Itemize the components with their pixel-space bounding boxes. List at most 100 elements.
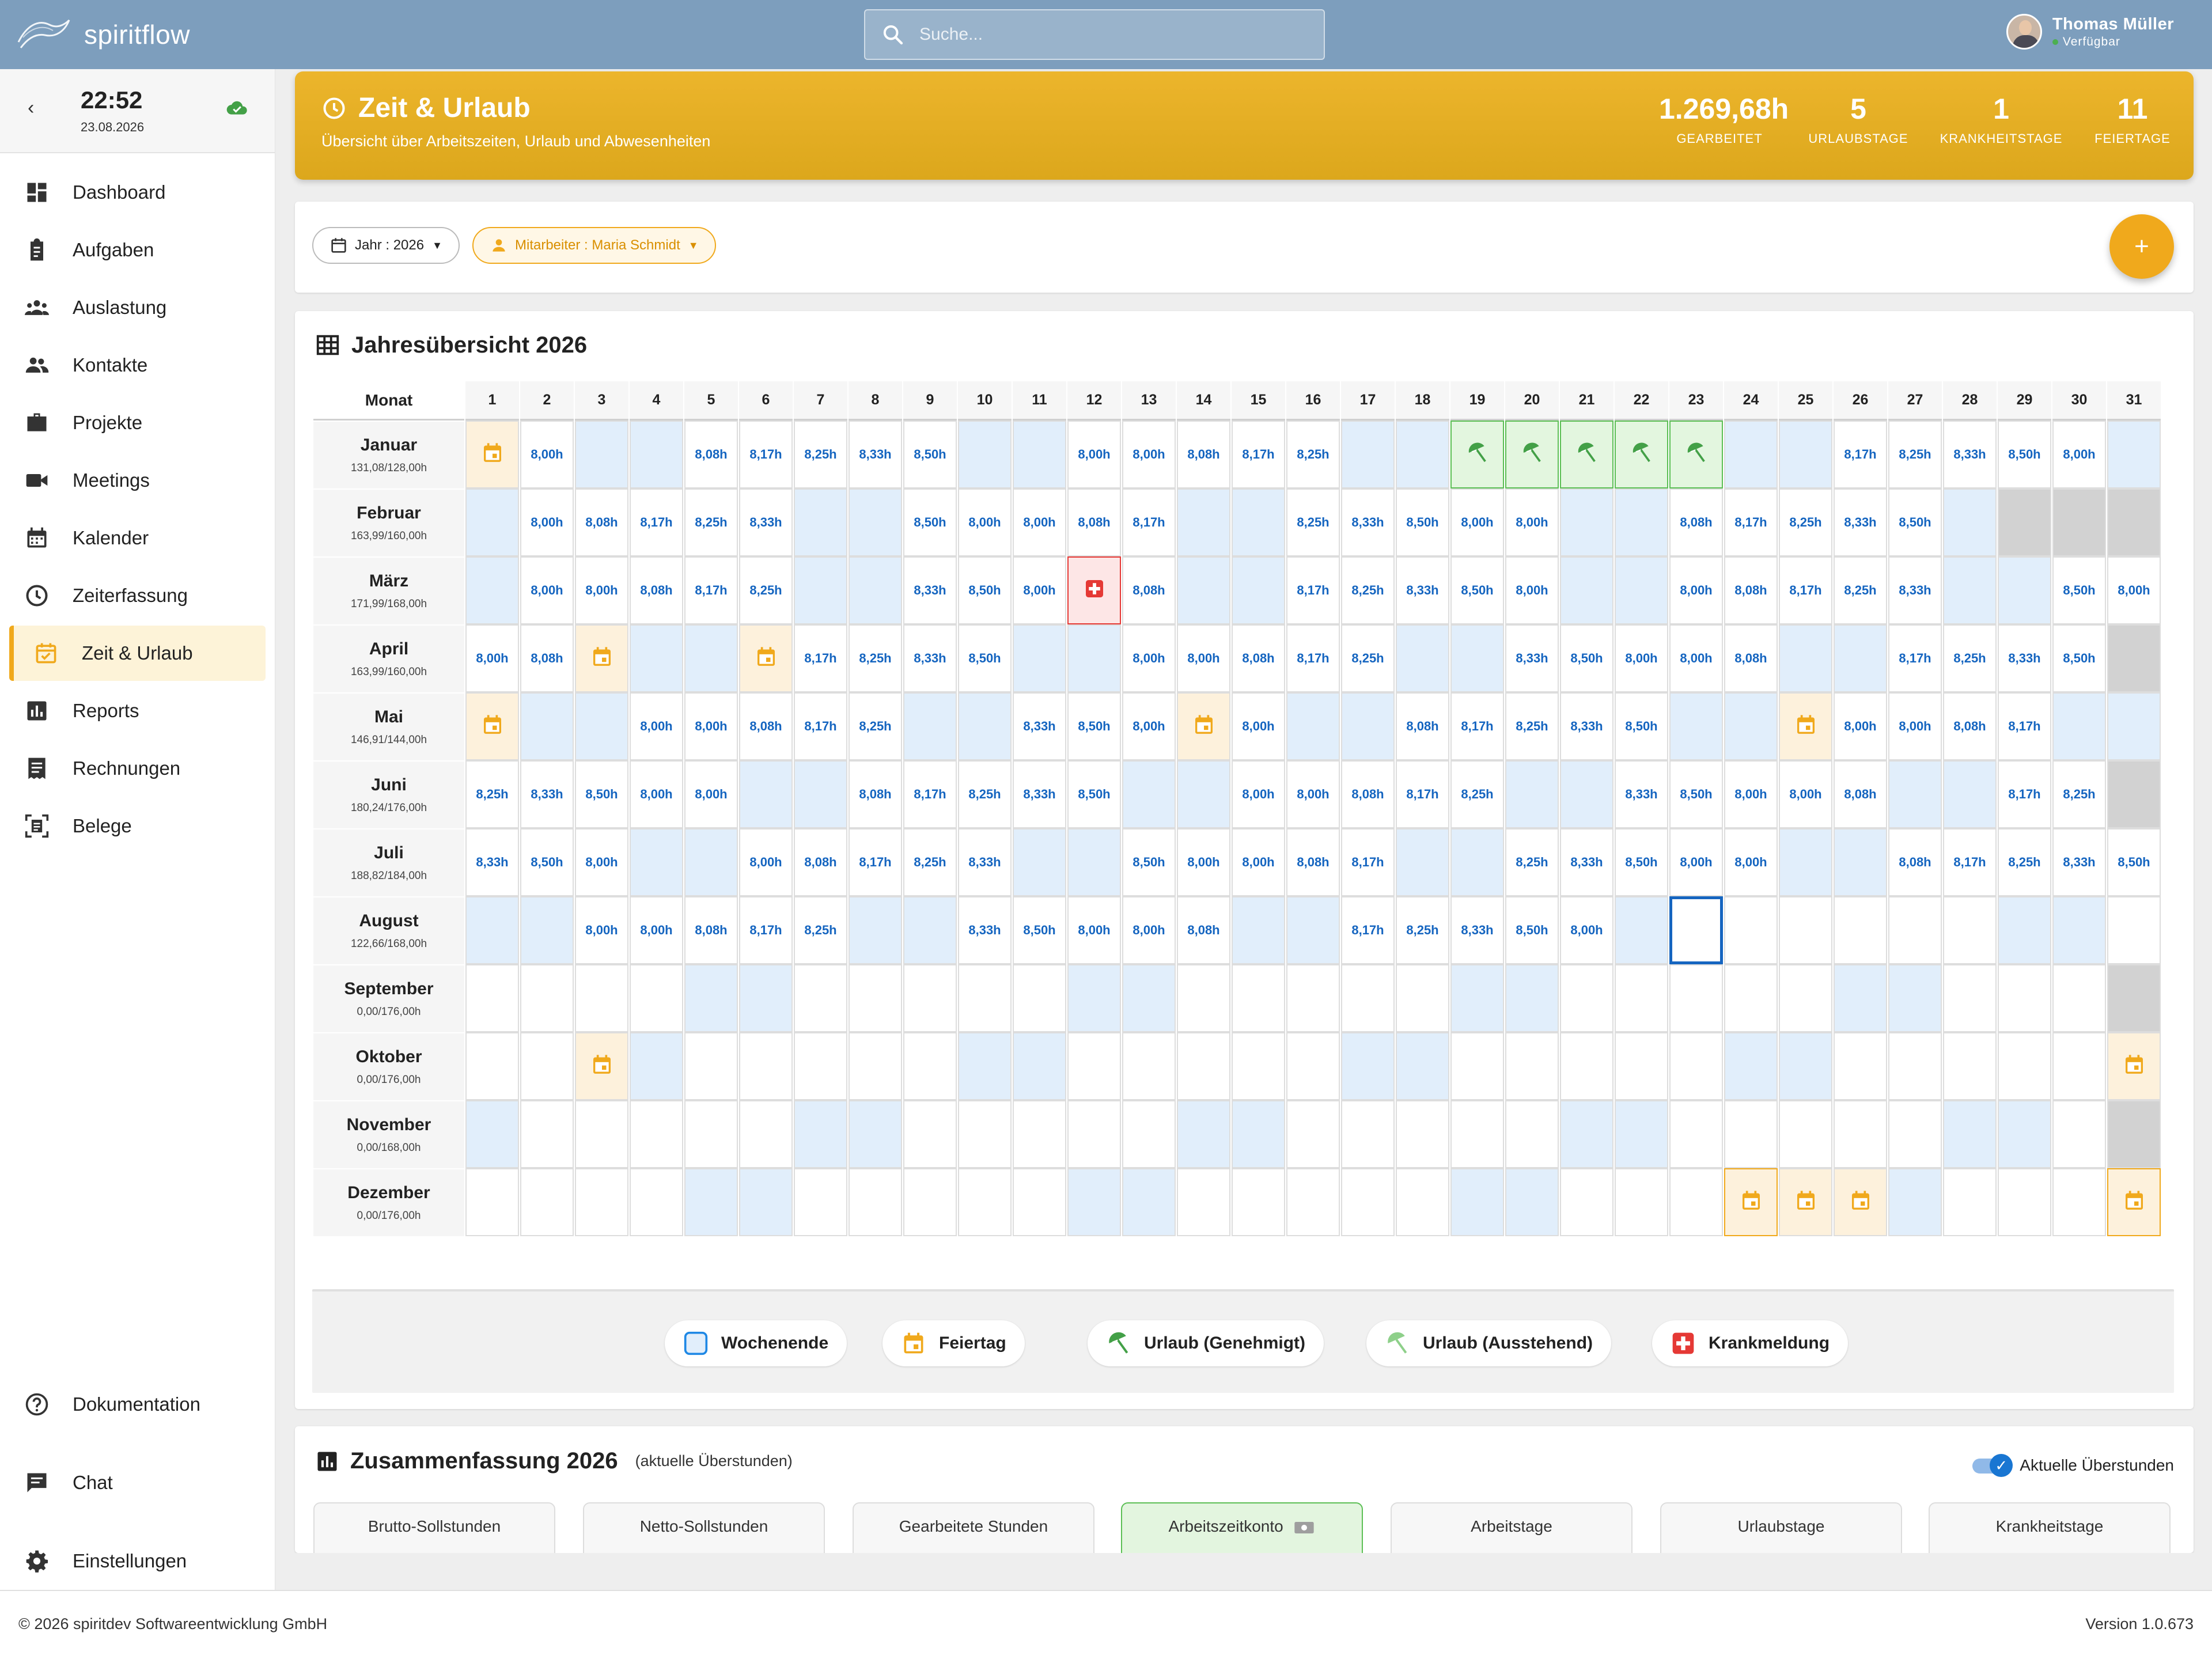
day-cell[interactable] bbox=[1232, 964, 1285, 1032]
day-cell[interactable] bbox=[1888, 896, 1942, 964]
day-cell[interactable] bbox=[849, 556, 902, 624]
day-cell[interactable] bbox=[630, 1032, 683, 1100]
day-cell[interactable]: 8,17h bbox=[1779, 556, 1832, 624]
day-cell[interactable] bbox=[1998, 556, 2051, 624]
day-cell[interactable] bbox=[1724, 896, 1778, 964]
day-cell[interactable] bbox=[958, 1100, 1012, 1168]
day-cell[interactable] bbox=[1998, 1100, 2051, 1168]
day-cell[interactable] bbox=[684, 1100, 738, 1168]
day-cell[interactable] bbox=[520, 692, 574, 760]
day-cell[interactable]: 8,33h bbox=[2052, 828, 2106, 896]
day-cell[interactable] bbox=[1067, 1168, 1121, 1236]
day-cell[interactable]: 8,50h bbox=[1067, 692, 1121, 760]
day-cell[interactable] bbox=[684, 1032, 738, 1100]
day-cell[interactable] bbox=[465, 1100, 519, 1168]
day-cell[interactable] bbox=[1834, 1032, 1887, 1100]
day-cell[interactable]: 8,17h bbox=[739, 421, 793, 488]
day-cell[interactable]: 8,00h bbox=[1834, 692, 1887, 760]
day-cell[interactable] bbox=[465, 556, 519, 624]
day-cell[interactable]: 8,00h bbox=[684, 692, 738, 760]
day-cell[interactable] bbox=[1724, 421, 1778, 488]
day-cell[interactable]: 8,00h bbox=[1232, 692, 1285, 760]
day-cell[interactable] bbox=[1013, 1100, 1066, 1168]
day-cell[interactable]: 8,50h bbox=[1505, 896, 1559, 964]
day-cell[interactable]: 8,00h bbox=[1122, 896, 1176, 964]
day-cell[interactable]: 8,00h bbox=[1888, 692, 1942, 760]
day-cell[interactable] bbox=[739, 1168, 793, 1236]
day-cell[interactable] bbox=[1505, 1100, 1559, 1168]
day-cell[interactable] bbox=[903, 1168, 957, 1236]
nav-item-rechnungen[interactable]: Rechnungen bbox=[9, 741, 266, 796]
day-cell[interactable] bbox=[575, 421, 628, 488]
day-cell[interactable] bbox=[2052, 692, 2106, 760]
day-cell[interactable]: 8,33h bbox=[849, 421, 902, 488]
day-cell[interactable]: 8,50h bbox=[903, 488, 957, 556]
day-cell[interactable] bbox=[520, 1032, 574, 1100]
day-cell[interactable]: 8,08h bbox=[739, 692, 793, 760]
day-cell[interactable]: 8,50h bbox=[1450, 556, 1504, 624]
day-cell[interactable]: 8,17h bbox=[1450, 692, 1504, 760]
day-cell[interactable]: 8,25h bbox=[1341, 556, 1395, 624]
day-cell[interactable]: 8,08h bbox=[520, 624, 574, 692]
day-cell[interactable]: 8,50h bbox=[2052, 624, 2106, 692]
day-cell[interactable] bbox=[1834, 896, 1887, 964]
day-cell[interactable] bbox=[465, 1168, 519, 1236]
day-cell[interactable]: 8,33h bbox=[1505, 624, 1559, 692]
day-cell[interactable] bbox=[1834, 624, 1887, 692]
day-cell[interactable]: 8,25h bbox=[1888, 421, 1942, 488]
day-cell[interactable]: 8,17h bbox=[1998, 692, 2051, 760]
day-cell[interactable]: 8,00h bbox=[1067, 421, 1121, 488]
day-cell[interactable] bbox=[1232, 556, 1285, 624]
day-cell[interactable] bbox=[630, 1168, 683, 1236]
collapse-sidebar-icon[interactable]: ‹ bbox=[28, 97, 34, 119]
day-cell[interactable]: 8,08h bbox=[684, 421, 738, 488]
day-cell[interactable] bbox=[684, 624, 738, 692]
day-cell[interactable]: 8,25h bbox=[1834, 556, 1887, 624]
nav-item-dokumentation[interactable]: Dokumentation bbox=[9, 1377, 266, 1432]
day-cell[interactable]: 8,00h bbox=[1724, 760, 1778, 828]
day-cell[interactable] bbox=[903, 1100, 957, 1168]
employee-filter-chip[interactable]: Mitarbeiter : Maria Schmidt ▼ bbox=[472, 227, 716, 264]
day-cell[interactable]: 8,17h bbox=[739, 896, 793, 964]
day-cell[interactable] bbox=[1669, 692, 1723, 760]
day-cell[interactable]: 8,50h bbox=[958, 556, 1012, 624]
day-cell[interactable]: 8,33h bbox=[903, 624, 957, 692]
day-cell[interactable] bbox=[1286, 1032, 1340, 1100]
day-cell[interactable] bbox=[1724, 692, 1778, 760]
day-cell[interactable] bbox=[2107, 896, 2161, 964]
day-cell[interactable]: 8,25h bbox=[1943, 624, 1997, 692]
day-cell[interactable]: 8,08h bbox=[1177, 421, 1230, 488]
day-cell[interactable] bbox=[1943, 1168, 1997, 1236]
day-cell[interactable]: 8,33h bbox=[1943, 421, 1997, 488]
day-cell[interactable]: 8,33h bbox=[1560, 692, 1613, 760]
day-cell[interactable] bbox=[2107, 1032, 2161, 1100]
day-cell[interactable]: 8,25h bbox=[1286, 421, 1340, 488]
day-cell[interactable] bbox=[1396, 1032, 1449, 1100]
summary-tab-account[interactable]: Arbeitszeitkonto bbox=[1121, 1502, 1363, 1553]
day-cell[interactable] bbox=[1122, 964, 1176, 1032]
day-cell[interactable]: 8,50h bbox=[1615, 692, 1668, 760]
day-cell[interactable]: 8,00h bbox=[2052, 421, 2106, 488]
day-cell[interactable]: 8,25h bbox=[849, 624, 902, 692]
day-cell[interactable] bbox=[1888, 1168, 1942, 1236]
day-cell[interactable]: 8,00h bbox=[1450, 488, 1504, 556]
day-cell[interactable] bbox=[1834, 964, 1887, 1032]
day-cell[interactable] bbox=[1505, 1032, 1559, 1100]
day-cell[interactable]: 8,25h bbox=[794, 896, 847, 964]
day-cell[interactable]: 8,08h bbox=[1669, 488, 1723, 556]
day-cell[interactable] bbox=[2052, 1100, 2106, 1168]
day-cell[interactable]: 8,33h bbox=[1396, 556, 1449, 624]
day-cell[interactable] bbox=[1998, 896, 2051, 964]
day-cell[interactable] bbox=[1286, 1168, 1340, 1236]
day-cell[interactable]: 8,33h bbox=[1998, 624, 2051, 692]
day-cell[interactable]: 8,17h bbox=[1341, 896, 1395, 964]
day-cell[interactable] bbox=[794, 556, 847, 624]
day-cell[interactable] bbox=[2107, 760, 2161, 828]
day-cell[interactable] bbox=[1341, 964, 1395, 1032]
day-cell[interactable]: 8,00h bbox=[1505, 556, 1559, 624]
day-cell[interactable] bbox=[520, 964, 574, 1032]
day-cell[interactable] bbox=[1396, 1168, 1449, 1236]
day-cell[interactable] bbox=[465, 692, 519, 760]
day-cell[interactable]: 8,50h bbox=[2052, 556, 2106, 624]
day-cell[interactable]: 8,25h bbox=[958, 760, 1012, 828]
